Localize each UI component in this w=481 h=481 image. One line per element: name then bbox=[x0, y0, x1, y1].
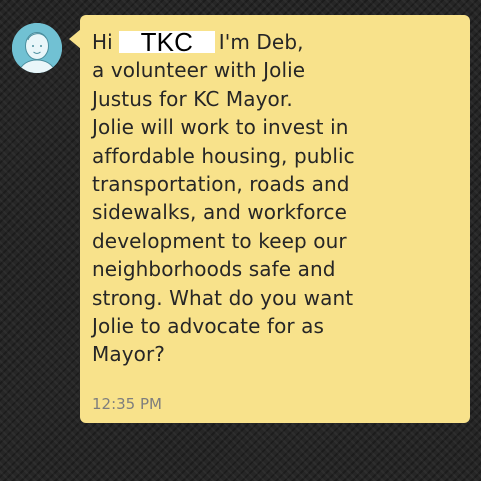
message-line: I'm Deb, bbox=[218, 30, 304, 54]
message-line: strong. What do you want bbox=[92, 285, 354, 310]
redacted-name: TKC bbox=[118, 29, 215, 55]
message-greeting: Hi bbox=[92, 30, 113, 54]
message-line: Mayor? bbox=[92, 342, 166, 367]
message-line: Jolie to advocate for as bbox=[92, 314, 325, 339]
sender-avatar[interactable] bbox=[12, 23, 62, 73]
message-line: affordable housing, public bbox=[92, 143, 355, 168]
message-timestamp: 12:35 PM bbox=[92, 395, 162, 413]
message-line: development to keep our bbox=[92, 228, 347, 253]
message-line: Jolie will work to invest in bbox=[92, 115, 349, 140]
message-line: neighborhoods safe and bbox=[92, 257, 336, 282]
message-bubble[interactable]: Hi TKC I'm Deb, a volunteer with Jolie Jus… bbox=[69, 15, 470, 423]
bubble-tail bbox=[69, 29, 81, 49]
message-line: a volunteer with Jolie bbox=[92, 58, 306, 83]
message-text: Hi TKC I'm Deb, a volunteer with Jolie Jus… bbox=[92, 28, 460, 369]
message-line: sidewalks, and workforce bbox=[92, 200, 348, 225]
message-line: Justus for KC Mayor. bbox=[92, 86, 293, 111]
message-line: transportation, roads and bbox=[92, 172, 350, 197]
person-avatar-icon bbox=[12, 23, 62, 73]
